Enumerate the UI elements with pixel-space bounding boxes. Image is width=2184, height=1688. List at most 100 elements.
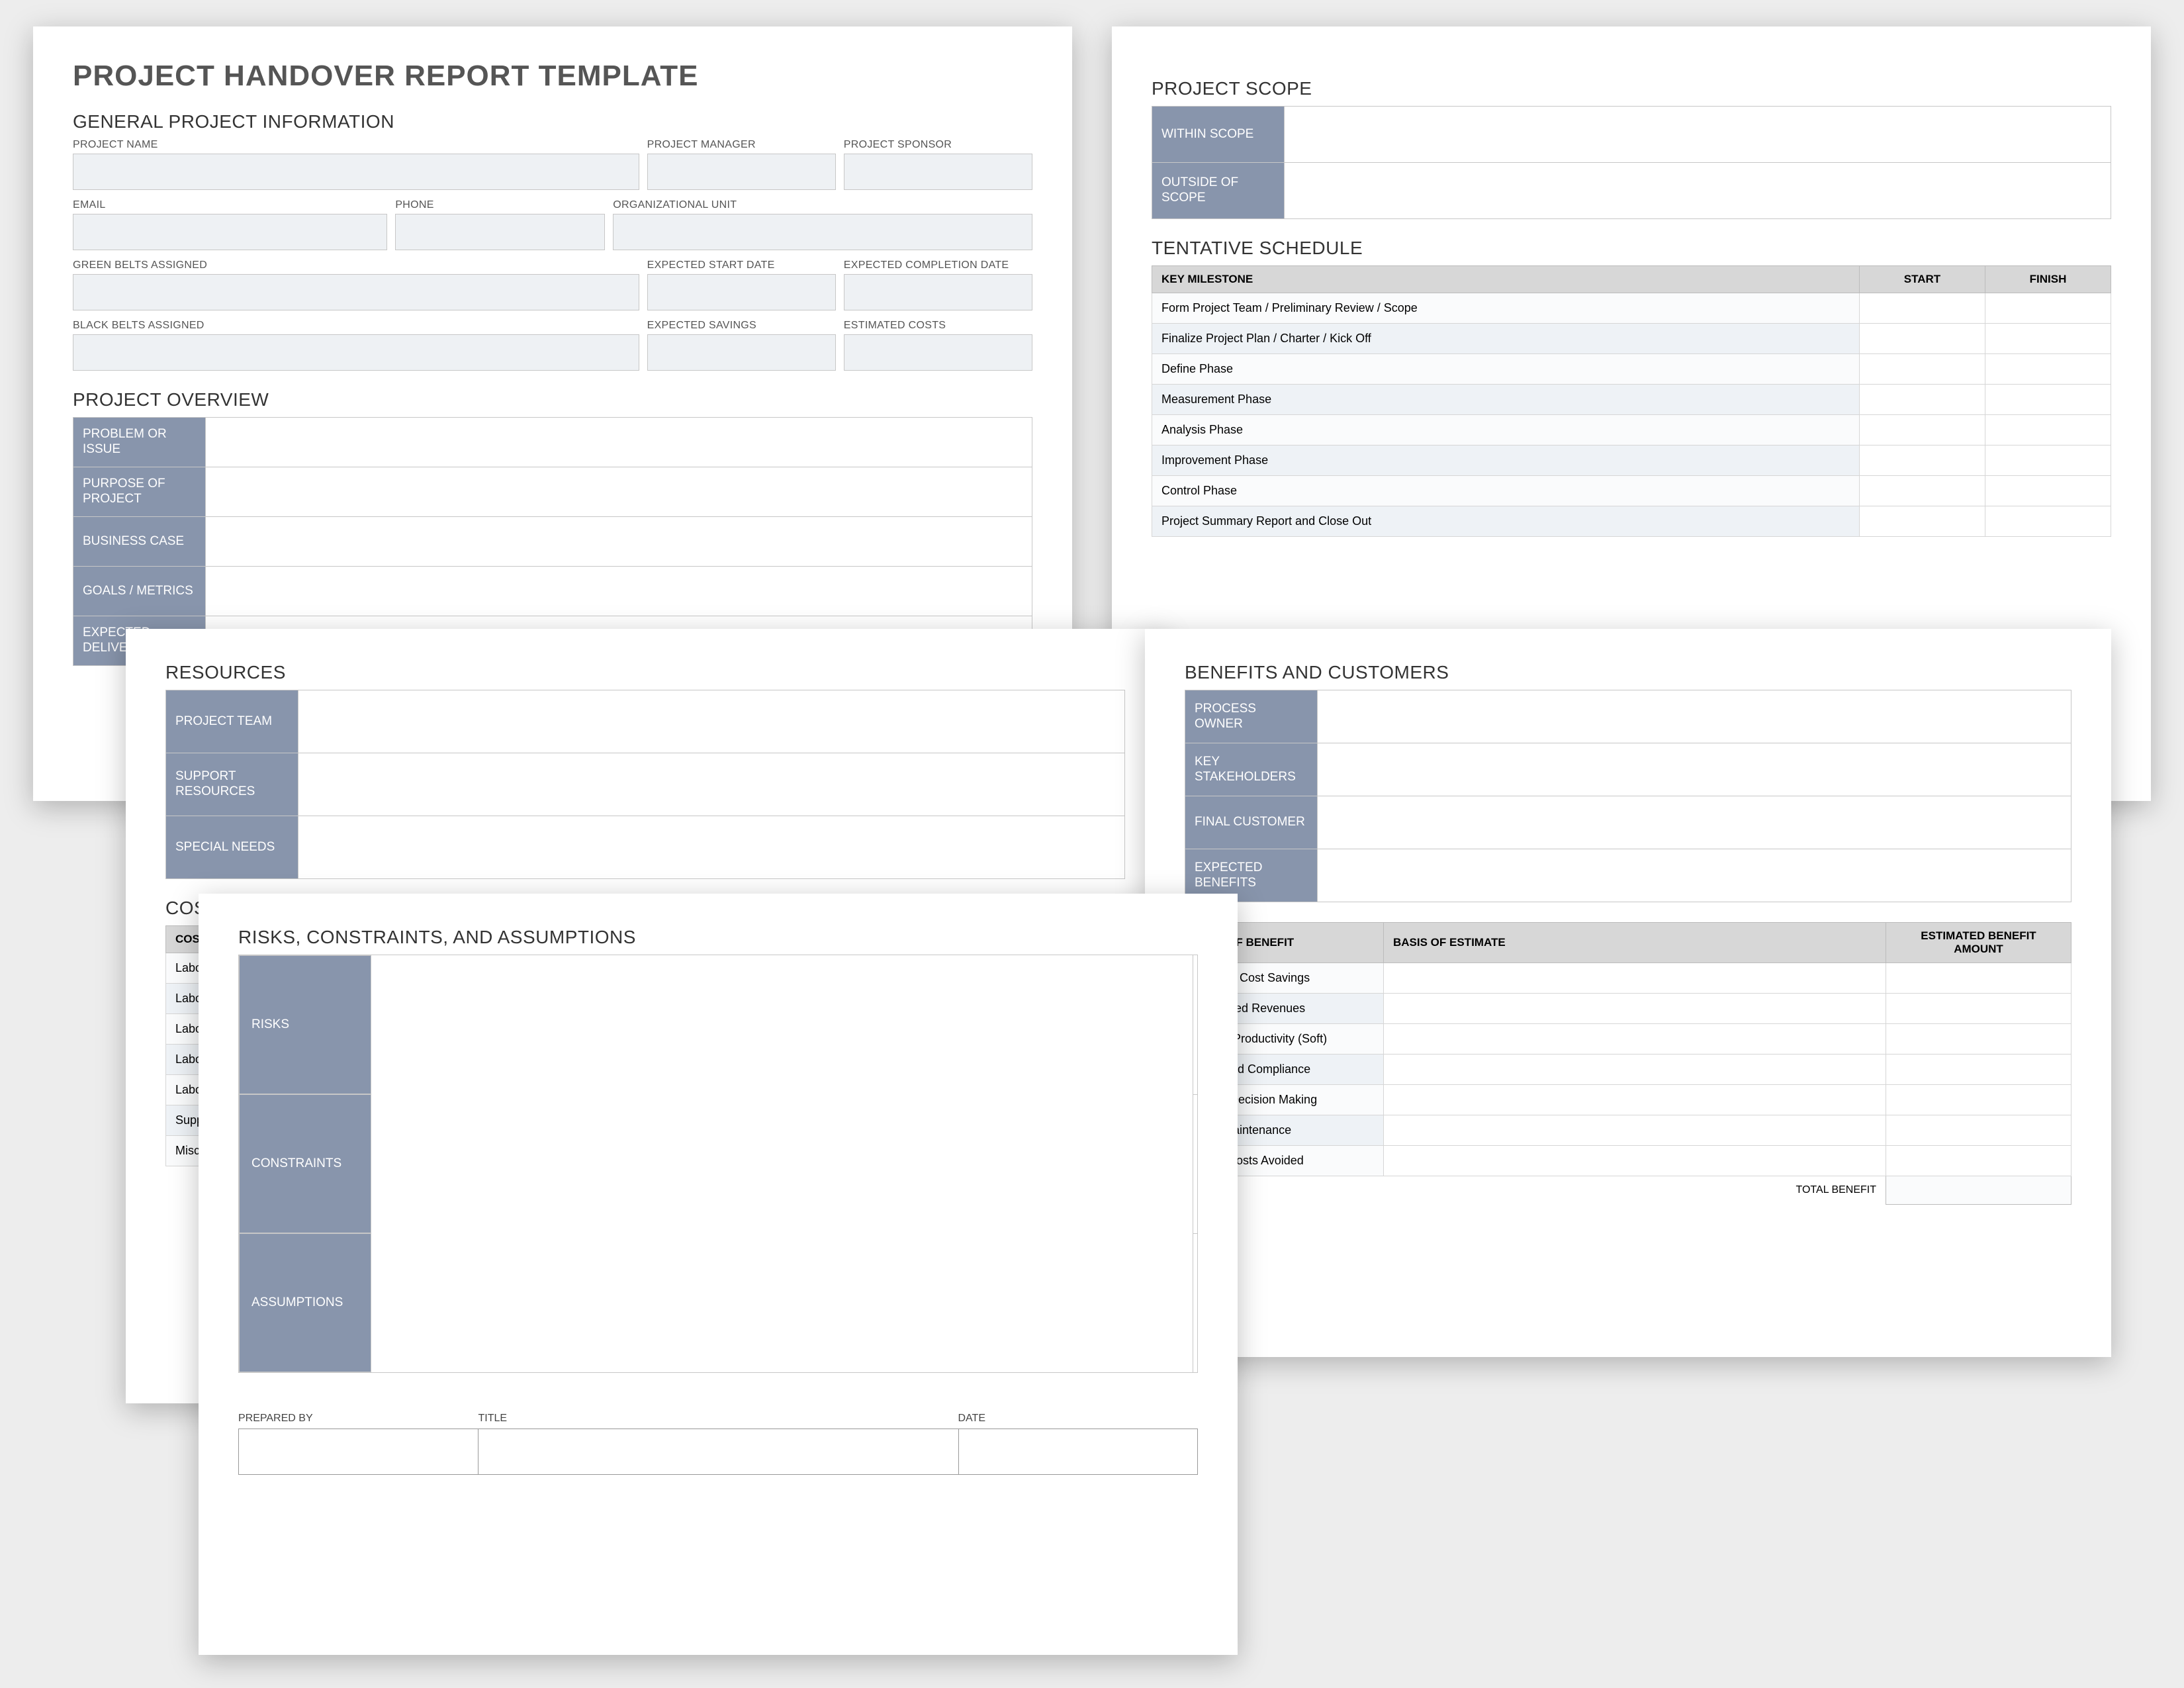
benefits-row-value[interactable] — [1318, 849, 2071, 902]
overview-row-label: BUSINESS CASE — [73, 517, 206, 567]
section-benefits: BENEFITS AND CUSTOMERS — [1185, 662, 2071, 683]
schedule-start[interactable] — [1860, 445, 1985, 476]
input-expected-savings[interactable] — [647, 334, 836, 371]
label-email: EMAIL — [73, 199, 387, 211]
risks-row-label: RISKS — [239, 955, 371, 1094]
resources-row-value[interactable] — [298, 690, 1125, 753]
input-green-belts[interactable] — [73, 274, 639, 310]
input-project-name[interactable] — [73, 154, 639, 190]
schedule-milestone: Control Phase — [1152, 476, 1860, 506]
label-expected-completion: EXPECTED COMPLETION DATE — [844, 259, 1032, 271]
input-org-unit[interactable] — [613, 214, 1032, 250]
benefit-amount-cell[interactable] — [1886, 1024, 2071, 1055]
schedule-start[interactable] — [1860, 293, 1985, 324]
signature-row: PREPARED BY TITLE DATE — [238, 1413, 1198, 1475]
resources-table: PROJECT TEAM SUPPORT RESOURCES SPECIAL N… — [165, 690, 1125, 879]
total-benefit-value[interactable] — [1886, 1176, 2071, 1205]
schedule-finish[interactable] — [1985, 354, 2111, 385]
benefit-amount-cell[interactable] — [1886, 963, 2071, 994]
risks-row-value[interactable] — [1193, 1094, 1197, 1233]
overview-row-value[interactable] — [206, 517, 1032, 567]
input-estimated-costs[interactable] — [844, 334, 1032, 371]
resources-row-label: SUPPORT RESOURCES — [166, 753, 298, 816]
benefits-row-value[interactable] — [1318, 743, 2071, 796]
benefit-basis-cell[interactable] — [1384, 1115, 1886, 1146]
schedule-finish[interactable] — [1985, 324, 2111, 354]
schedule-milestone: Project Summary Report and Close Out — [1152, 506, 1860, 537]
schedule-start[interactable] — [1860, 415, 1985, 445]
schedule-start[interactable] — [1860, 506, 1985, 537]
benefit-basis-cell[interactable] — [1384, 1146, 1886, 1176]
resources-row-label: PROJECT TEAM — [166, 690, 298, 753]
benefits-row-label: KEY STAKEHOLDERS — [1185, 743, 1318, 796]
resources-row-label: SPECIAL NEEDS — [166, 816, 298, 879]
sig-label-title: TITLE — [478, 1413, 958, 1425]
input-email[interactable] — [73, 214, 387, 250]
benefit-estimate-table: TYPE OF BENEFIT BASIS OF ESTIMATE ESTIMA… — [1185, 922, 2071, 1205]
overview-row-label: GOALS / METRICS — [73, 567, 206, 616]
label-org-unit: ORGANIZATIONAL UNIT — [613, 199, 1032, 211]
schedule-header: START — [1860, 266, 1985, 293]
input-phone[interactable] — [395, 214, 605, 250]
benefit-amount-cell[interactable] — [1886, 1055, 2071, 1085]
overview-row-value[interactable] — [206, 418, 1032, 467]
label-project-sponsor: PROJECT SPONSOR — [844, 139, 1032, 151]
label-estimated-costs: ESTIMATED COSTS — [844, 320, 1032, 332]
overview-row-label: PROBLEM OR ISSUE — [73, 418, 206, 467]
input-black-belts[interactable] — [73, 334, 639, 371]
sig-label-date: DATE — [958, 1413, 1199, 1425]
schedule-start[interactable] — [1860, 324, 1985, 354]
schedule-finish[interactable] — [1985, 415, 2111, 445]
schedule-finish[interactable] — [1985, 385, 2111, 415]
sig-label-prepared-by: PREPARED BY — [238, 1413, 478, 1425]
input-project-sponsor[interactable] — [844, 154, 1032, 190]
benefit-basis-cell[interactable] — [1384, 963, 1886, 994]
benefits-row-label: FINAL CUSTOMER — [1185, 796, 1318, 849]
schedule-milestone: Form Project Team / Preliminary Review /… — [1152, 293, 1860, 324]
sig-input-title[interactable] — [478, 1429, 958, 1475]
schedule-finish[interactable] — [1985, 506, 2111, 537]
schedule-finish[interactable] — [1985, 445, 2111, 476]
section-scope: PROJECT SCOPE — [1152, 78, 2111, 99]
overview-row-value[interactable] — [206, 467, 1032, 517]
benefit-amount-cell[interactable] — [1886, 1115, 2071, 1146]
label-project-manager: PROJECT MANAGER — [647, 139, 836, 151]
schedule-start[interactable] — [1860, 476, 1985, 506]
input-expected-start[interactable] — [647, 274, 836, 310]
resources-row-value[interactable] — [298, 816, 1125, 879]
input-project-manager[interactable] — [647, 154, 836, 190]
scope-row-value[interactable] — [1285, 107, 2111, 163]
benefits-table: PROCESS OWNER KEY STAKEHOLDERS FINAL CUS… — [1185, 690, 2071, 902]
label-expected-savings: EXPECTED SAVINGS — [647, 320, 836, 332]
overview-row-value[interactable] — [206, 567, 1032, 616]
benefit-amount-cell[interactable] — [1886, 994, 2071, 1024]
scope-row-value[interactable] — [1285, 163, 2111, 219]
benefits-row-value[interactable] — [1318, 690, 2071, 743]
schedule-finish[interactable] — [1985, 293, 2111, 324]
benefit-basis-cell[interactable] — [1384, 1085, 1886, 1115]
resources-row-value[interactable] — [298, 753, 1125, 816]
label-phone: PHONE — [395, 199, 605, 211]
benefit-basis-cell[interactable] — [1384, 1055, 1886, 1085]
sig-input-date[interactable] — [958, 1429, 1199, 1475]
sig-input-prepared-by[interactable] — [238, 1429, 478, 1475]
scope-row-label: WITHIN SCOPE — [1152, 107, 1285, 163]
schedule-start[interactable] — [1860, 354, 1985, 385]
section-overview: PROJECT OVERVIEW — [73, 389, 1032, 410]
section-schedule: TENTATIVE SCHEDULE — [1152, 238, 2111, 259]
benefit-amount-cell[interactable] — [1886, 1085, 2071, 1115]
schedule-start[interactable] — [1860, 385, 1985, 415]
benefit-amount-cell[interactable] — [1886, 1146, 2071, 1176]
label-green-belts: GREEN BELTS ASSIGNED — [73, 259, 639, 271]
risks-row-value[interactable] — [1193, 1233, 1197, 1373]
risks-row-value[interactable] — [1193, 955, 1197, 1095]
schedule-finish[interactable] — [1985, 476, 2111, 506]
total-benefit-label: TOTAL BENEFIT — [1185, 1176, 1886, 1205]
schedule-table: KEY MILESTONE START FINISH Form Project … — [1152, 265, 2111, 537]
benefits-row-value[interactable] — [1318, 796, 2071, 849]
input-expected-completion[interactable] — [844, 274, 1032, 310]
risks-row-label: ASSUMPTIONS — [239, 1233, 371, 1372]
benefit-basis-cell[interactable] — [1384, 1024, 1886, 1055]
benefit-header: BASIS OF ESTIMATE — [1384, 923, 1886, 963]
benefit-basis-cell[interactable] — [1384, 994, 1886, 1024]
